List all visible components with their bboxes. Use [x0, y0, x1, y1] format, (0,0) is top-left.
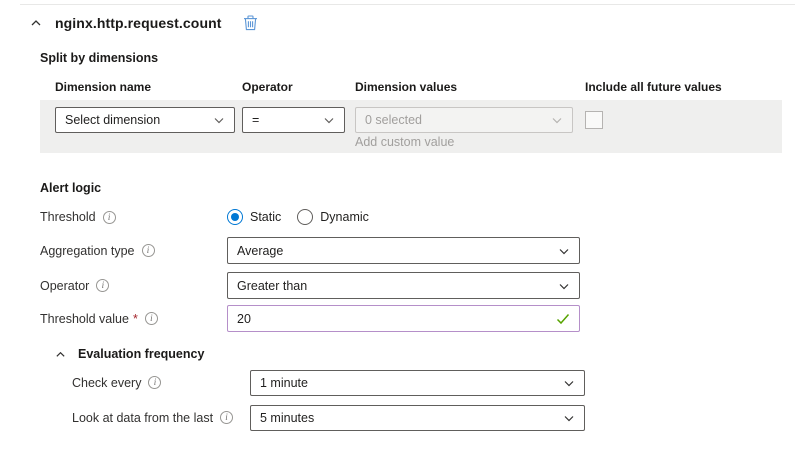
- info-icon[interactable]: i: [148, 376, 161, 389]
- lookback-select[interactable]: 5 minutes: [250, 405, 585, 431]
- threshold-value-row: Threshold value * i: [40, 305, 800, 332]
- info-icon[interactable]: i: [96, 279, 109, 292]
- include-future-values-checkbox[interactable]: [585, 111, 603, 129]
- chevron-up-icon: [55, 349, 66, 360]
- chevron-down-icon: [563, 377, 575, 389]
- threshold-dynamic-radio[interactable]: Dynamic: [297, 209, 369, 225]
- chevron-down-icon: [558, 245, 570, 257]
- dimension-operator-select-value: =: [252, 113, 259, 127]
- threshold-value-input[interactable]: [237, 312, 556, 326]
- chevron-down-icon: [323, 114, 335, 126]
- dimension-name-cell: Select dimension: [55, 107, 242, 133]
- radio-dot-icon: [231, 213, 239, 221]
- trash-icon: [243, 15, 258, 31]
- dimension-values-select-value: 0 selected: [365, 113, 422, 127]
- aggregation-type-select[interactable]: Average: [227, 237, 580, 264]
- lookback-select-value: 5 minutes: [260, 411, 314, 425]
- alert-condition-panel: nginx.http.request.count Split by dimens…: [0, 4, 800, 431]
- dimension-name-select[interactable]: Select dimension: [55, 107, 235, 133]
- lookback-row: Look at data from the last i 5 minutes: [40, 404, 800, 431]
- info-icon[interactable]: i: [145, 312, 158, 325]
- threshold-value-label: Threshold value: [40, 312, 129, 326]
- dimension-operator-select[interactable]: =: [242, 107, 345, 133]
- info-icon[interactable]: i: [142, 244, 155, 257]
- check-every-label: Check every: [72, 376, 141, 390]
- radio-circle-icon: [297, 209, 313, 225]
- column-header-operator: Operator: [242, 80, 355, 94]
- lookback-label-cell: Look at data from the last i: [72, 411, 250, 425]
- threshold-value-label-cell: Threshold value * i: [40, 312, 227, 326]
- column-header-dimension-name: Dimension name: [55, 80, 242, 94]
- chevron-down-icon: [551, 114, 563, 126]
- collapse-metric-button[interactable]: [30, 17, 42, 29]
- threshold-value-field: [227, 305, 580, 332]
- condition-content: Split by dimensions Dimension name Opera…: [0, 51, 800, 431]
- operator-label: Operator: [40, 279, 89, 293]
- threshold-dynamic-label: Dynamic: [320, 210, 369, 224]
- chevron-down-icon: [213, 114, 225, 126]
- aggregation-type-label-cell: Aggregation type i: [40, 244, 227, 258]
- operator-select[interactable]: Greater than: [227, 272, 580, 299]
- required-asterisk: *: [133, 312, 138, 326]
- threshold-label-cell: Threshold i: [40, 210, 227, 224]
- dimension-values-cell: 0 selected Add custom value: [355, 107, 585, 149]
- operator-row: Operator i Greater than: [40, 272, 800, 299]
- evaluation-frequency-title: Evaluation frequency: [78, 347, 204, 361]
- check-every-select[interactable]: 1 minute: [250, 370, 585, 396]
- threshold-type-radio-group: Static Dynamic: [227, 209, 369, 225]
- threshold-static-radio[interactable]: Static: [227, 209, 281, 225]
- threshold-row: Threshold i Static Dynamic: [40, 205, 800, 229]
- column-header-include-future-values: Include all future values: [585, 80, 800, 94]
- alert-logic-title: Alert logic: [40, 181, 800, 195]
- threshold-static-label: Static: [250, 210, 281, 224]
- add-custom-value-link[interactable]: Add custom value: [355, 135, 585, 149]
- split-by-dimensions-title: Split by dimensions: [40, 51, 800, 65]
- info-icon[interactable]: i: [220, 411, 233, 424]
- check-every-select-value: 1 minute: [260, 376, 308, 390]
- threshold-label: Threshold: [40, 210, 96, 224]
- column-header-dimension-values: Dimension values: [355, 80, 585, 94]
- operator-label-cell: Operator i: [40, 279, 227, 293]
- check-every-label-cell: Check every i: [72, 376, 250, 390]
- collapse-evaluation-frequency-button[interactable]: [55, 349, 66, 360]
- lookback-label: Look at data from the last: [72, 411, 213, 425]
- include-future-values-cell: [585, 107, 782, 132]
- dimension-values-select[interactable]: 0 selected: [355, 107, 573, 133]
- operator-select-value: Greater than: [237, 279, 307, 293]
- aggregation-type-label: Aggregation type: [40, 244, 135, 258]
- check-every-row: Check every i 1 minute: [40, 369, 800, 396]
- chevron-down-icon: [563, 412, 575, 424]
- aggregation-type-row: Aggregation type i Average: [40, 237, 800, 264]
- dimension-name-select-value: Select dimension: [65, 113, 160, 127]
- delete-metric-button[interactable]: [243, 15, 258, 31]
- dimension-table-header: Dimension name Operator Dimension values…: [55, 80, 800, 94]
- chevron-up-icon: [30, 17, 42, 29]
- aggregation-type-select-value: Average: [237, 244, 283, 258]
- valid-checkmark-icon: [556, 313, 570, 325]
- radio-circle-icon: [227, 209, 243, 225]
- chevron-down-icon: [558, 280, 570, 292]
- metric-title: nginx.http.request.count: [55, 15, 222, 31]
- info-icon[interactable]: i: [103, 211, 116, 224]
- evaluation-frequency-header: Evaluation frequency: [40, 347, 800, 361]
- dimension-row: Select dimension = 0 selected Add custom…: [40, 100, 782, 153]
- metric-header: nginx.http.request.count: [0, 5, 800, 31]
- operator-cell: =: [242, 107, 355, 133]
